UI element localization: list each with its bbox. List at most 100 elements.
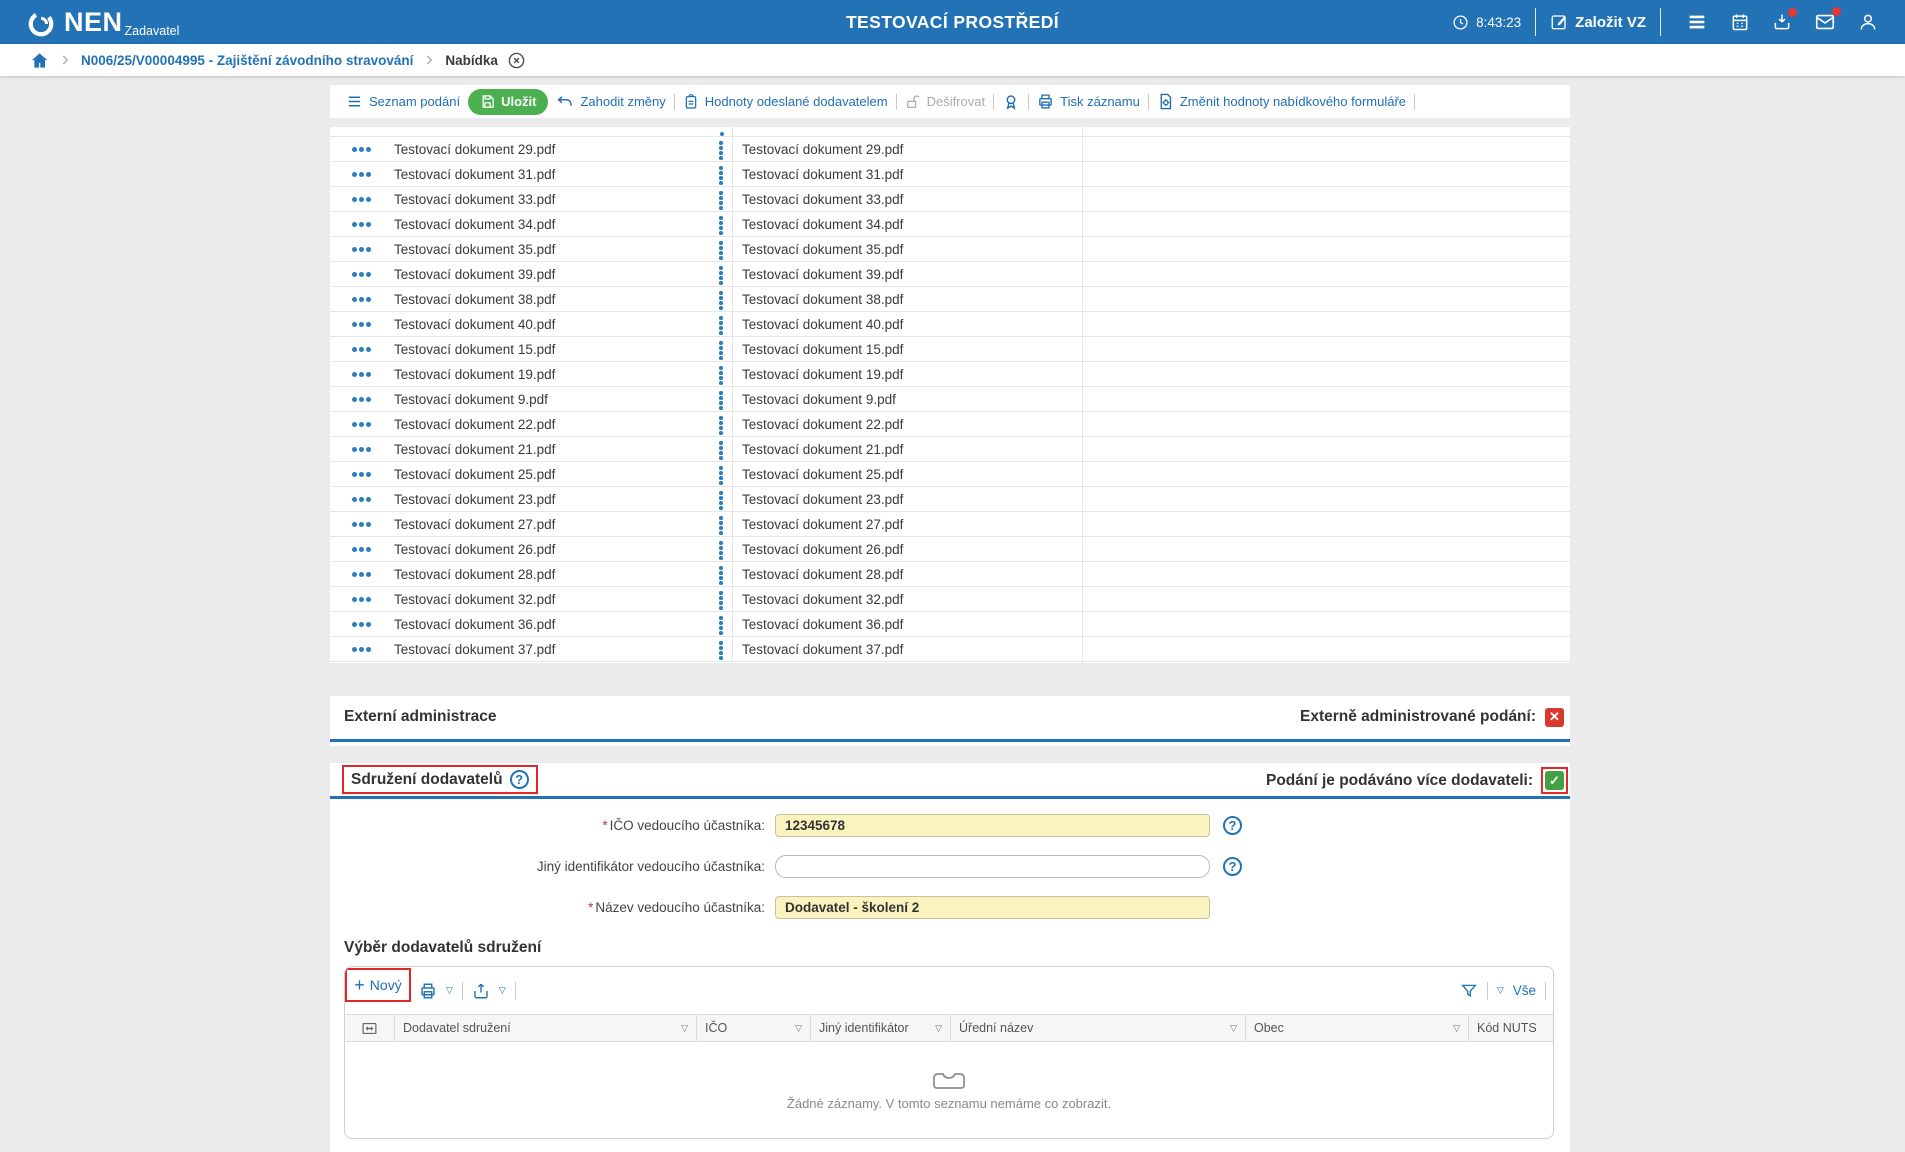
- column-header-kod-nuts[interactable]: Kód NUTS: [1469, 1015, 1553, 1041]
- discard-changes-button[interactable]: Zahodit změny: [556, 93, 666, 111]
- help-icon[interactable]: ?: [1223, 815, 1242, 835]
- row-drag-handle[interactable]: [719, 441, 723, 460]
- row-drag-handle[interactable]: [719, 566, 723, 585]
- table-row[interactable]: Testovací dokument 23.pdf Testovací doku…: [330, 487, 1570, 512]
- row-actions-icon[interactable]: [352, 372, 371, 377]
- row-drag-handle[interactable]: [719, 141, 723, 160]
- row-drag-handle[interactable]: [719, 516, 723, 535]
- row-actions-icon[interactable]: [352, 522, 371, 527]
- row-drag-handle[interactable]: [719, 491, 723, 510]
- change-form-values-button[interactable]: Změnit hodnoty nabídkového formuláře: [1157, 93, 1406, 110]
- row-actions-icon[interactable]: [352, 197, 371, 202]
- row-drag-handle[interactable]: [719, 266, 723, 285]
- row-drag-handle[interactable]: [719, 466, 723, 485]
- name-field[interactable]: [775, 895, 1210, 919]
- row-actions-icon[interactable]: [352, 222, 371, 227]
- table-row[interactable]: Testovací dokument 15.pdf Testovací doku…: [330, 337, 1570, 362]
- table-row[interactable]: Testovací dokument 37.pdf Testovací doku…: [330, 637, 1570, 662]
- table-row[interactable]: Testovací dokument 26.pdf Testovací doku…: [330, 537, 1570, 562]
- row-actions-icon[interactable]: [352, 572, 371, 577]
- row-actions-icon[interactable]: [352, 547, 371, 552]
- row-drag-handle[interactable]: [719, 591, 723, 610]
- row-drag-handle[interactable]: [719, 166, 723, 185]
- row-drag-handle[interactable]: [719, 291, 723, 310]
- user-profile-button[interactable]: [1858, 12, 1878, 32]
- save-button[interactable]: Uložit: [468, 88, 549, 115]
- row-drag-handle[interactable]: [719, 191, 723, 210]
- print-dropdown-icon[interactable]: ▽: [446, 985, 453, 996]
- row-actions-icon[interactable]: [352, 147, 371, 152]
- new-button[interactable]: + Nový: [354, 976, 401, 994]
- table-row[interactable]: Testovací dokument 29.pdf Testovací doku…: [330, 137, 1570, 162]
- table-row[interactable]: Testovací dokument 21.pdf Testovací doku…: [330, 437, 1570, 462]
- row-actions-icon[interactable]: [352, 422, 371, 427]
- filter-dropdown-icon[interactable]: ▽: [1453, 1023, 1460, 1034]
- other-identifier-field[interactable]: [775, 854, 1210, 878]
- filter-icon[interactable]: [1460, 982, 1478, 1000]
- table-row[interactable]: Testovací dokument 28.pdf Testovací doku…: [330, 562, 1570, 587]
- column-header-obec[interactable]: Obec ▽: [1246, 1015, 1469, 1041]
- table-row[interactable]: Testovací dokument 22.pdf Testovací doku…: [330, 412, 1570, 437]
- seznam-podani-button[interactable]: Seznam podání: [346, 93, 460, 110]
- table-row[interactable]: Testovací dokument 25.pdf Testovací doku…: [330, 462, 1570, 487]
- help-icon[interactable]: ?: [509, 770, 529, 789]
- row-actions-icon[interactable]: [352, 272, 371, 277]
- row-actions-icon[interactable]: [352, 497, 371, 502]
- column-header-jiny-identifikator[interactable]: Jiný identifikátor ▽: [811, 1015, 951, 1041]
- row-actions-icon[interactable]: [352, 172, 371, 177]
- row-actions-icon[interactable]: [352, 597, 371, 602]
- decrypt-button[interactable]: Dešifrovat: [905, 94, 985, 110]
- certificate-button[interactable]: [1002, 93, 1020, 111]
- table-row[interactable]: Testovací dokument 35.pdf Testovací doku…: [330, 237, 1570, 262]
- row-drag-handle[interactable]: [719, 341, 723, 360]
- table-row[interactable]: Testovací dokument 9.pdf Testovací dokum…: [330, 387, 1570, 412]
- row-drag-handle[interactable]: [719, 616, 723, 635]
- help-icon[interactable]: ?: [1223, 856, 1242, 876]
- filter-dropdown-icon[interactable]: ▽: [935, 1023, 942, 1034]
- supplier-values-button[interactable]: Hodnoty odeslané dodavatelem: [683, 93, 888, 110]
- row-actions-icon[interactable]: [352, 622, 371, 627]
- external-administration-checkbox[interactable]: ✕: [1545, 707, 1564, 727]
- main-menu-button[interactable]: [1686, 11, 1708, 33]
- row-drag-handle[interactable]: [719, 216, 723, 235]
- row-actions-icon[interactable]: [352, 247, 371, 252]
- row-drag-handle[interactable]: [719, 416, 723, 435]
- messages-button[interactable]: [1814, 7, 1841, 33]
- home-icon[interactable]: [30, 51, 49, 70]
- row-actions-icon[interactable]: [352, 322, 371, 327]
- table-row[interactable]: Testovací dokument 39.pdf Testovací doku…: [330, 262, 1570, 287]
- export-icon[interactable]: [472, 982, 490, 1000]
- row-actions-icon[interactable]: [352, 447, 371, 452]
- filter-dropdown-icon[interactable]: ▽: [795, 1023, 802, 1034]
- ico-field[interactable]: [775, 813, 1210, 837]
- table-row[interactable]: Testovací dokument 36.pdf Testovací doku…: [330, 612, 1570, 637]
- row-drag-handle[interactable]: [719, 641, 723, 660]
- table-row[interactable]: Testovací dokument 19.pdf Testovací doku…: [330, 362, 1570, 387]
- column-header-dodavatel[interactable]: Dodavatel sdružení ▽: [395, 1015, 697, 1041]
- row-actions-icon[interactable]: [352, 397, 371, 402]
- row-actions-icon[interactable]: [352, 472, 371, 477]
- export-dropdown-icon[interactable]: ▽: [499, 985, 506, 996]
- view-all-button[interactable]: Vše: [1513, 983, 1536, 998]
- create-vz-button[interactable]: Založit VZ: [1550, 13, 1646, 31]
- column-settings-button[interactable]: [345, 1015, 395, 1041]
- print-record-button[interactable]: Tisk záznamu: [1037, 93, 1140, 110]
- row-drag-handle[interactable]: [719, 541, 723, 560]
- filter-dropdown-icon[interactable]: ▽: [681, 1023, 688, 1034]
- table-row[interactable]: Testovací dokument 33.pdf Testovací doku…: [330, 187, 1570, 212]
- column-header-ico[interactable]: IČO ▽: [697, 1015, 811, 1041]
- print-grid-icon[interactable]: [419, 982, 437, 1000]
- row-drag-handle[interactable]: [719, 316, 723, 335]
- column-header-uredni-nazev[interactable]: Úřední název ▽: [951, 1015, 1246, 1041]
- table-row[interactable]: Testovací dokument 31.pdf Testovací doku…: [330, 162, 1570, 187]
- view-dropdown-icon[interactable]: ▽: [1497, 985, 1504, 996]
- row-actions-icon[interactable]: [352, 647, 371, 652]
- calendar-button[interactable]: [1730, 12, 1750, 32]
- table-row[interactable]: Testovací dokument 32.pdf Testovací doku…: [330, 587, 1570, 612]
- row-drag-handle[interactable]: [719, 366, 723, 385]
- row-actions-icon[interactable]: [352, 347, 371, 352]
- row-drag-handle[interactable]: [719, 391, 723, 410]
- table-row[interactable]: Testovací dokument 40.pdf Testovací doku…: [330, 312, 1570, 337]
- multi-supplier-checkbox[interactable]: ✓: [1545, 771, 1564, 790]
- table-row[interactable]: Testovací dokument 27.pdf Testovací doku…: [330, 512, 1570, 537]
